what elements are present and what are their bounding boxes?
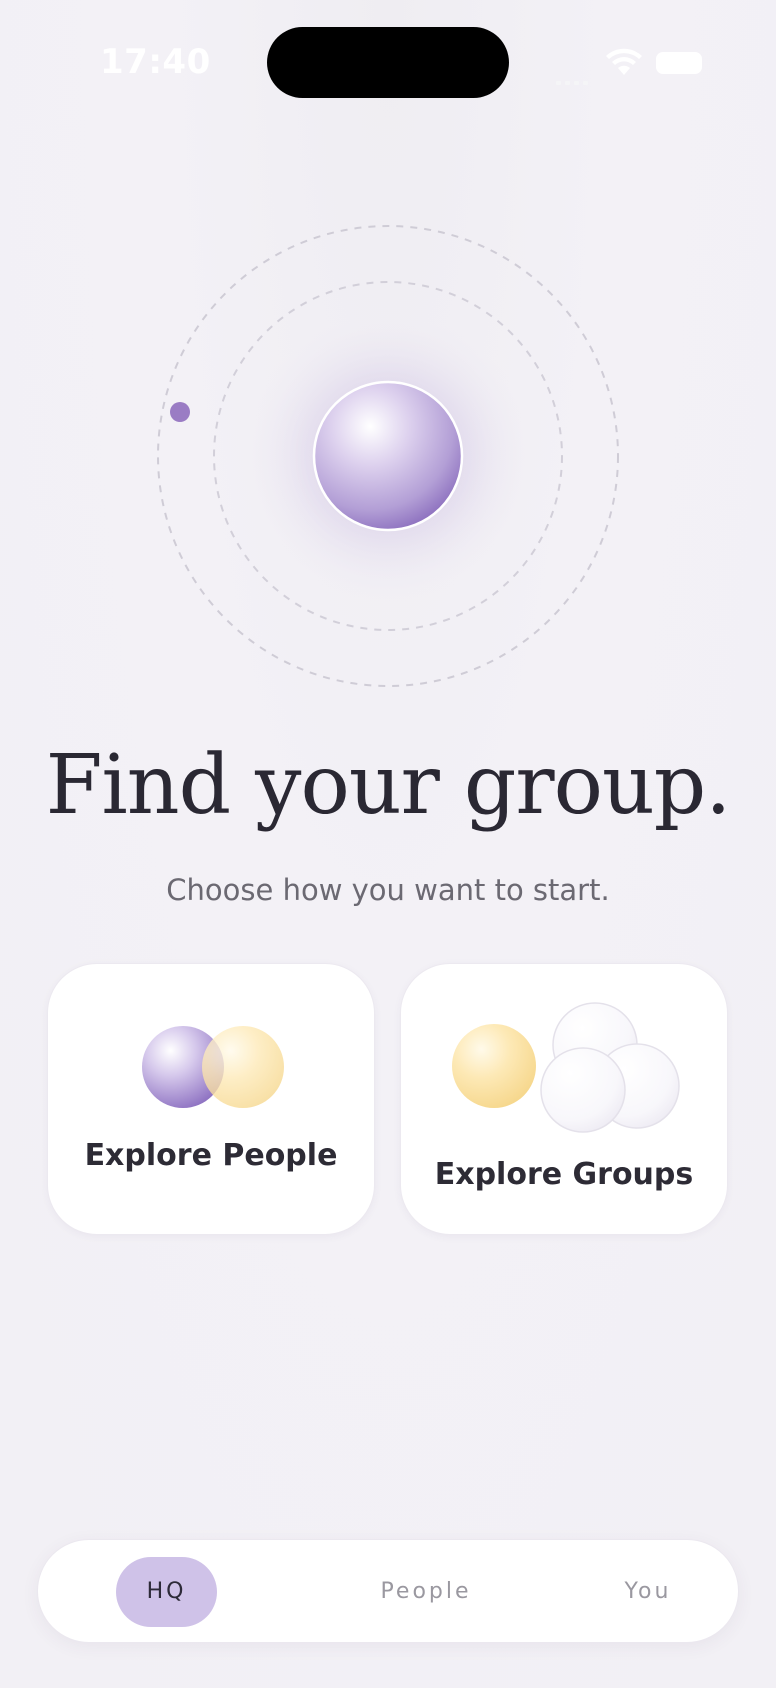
status-time: 17:40 — [100, 42, 211, 82]
tab-people[interactable]: People — [338, 1557, 514, 1627]
orb-cluster-icon — [452, 1002, 680, 1133]
page-subtitle: Choose how you want to start. — [166, 873, 610, 907]
battery-icon — [656, 52, 702, 74]
cellular-signal-icon — [556, 70, 592, 85]
explore-groups-label: Explore Groups — [434, 1157, 694, 1192]
app-screen: 17:40 Find your group. Choose how you wa… — [0, 0, 776, 1688]
hero-orbit-illustration — [0, 200, 776, 720]
page-title: Find your group. — [45, 738, 732, 833]
two-overlapping-orbs-icon — [142, 1026, 284, 1108]
central-orb — [312, 380, 464, 532]
tab-you[interactable]: You — [566, 1557, 730, 1627]
tab-hq[interactable]: HQ — [116, 1557, 217, 1627]
wifi-icon — [605, 48, 643, 76]
explore-people-label: Explore People — [84, 1138, 338, 1173]
explore-people-card[interactable]: Explore People — [47, 963, 375, 1235]
satellite-dot — [170, 402, 190, 422]
bottom-tab-bar: HQ People You — [37, 1539, 739, 1643]
dynamic-island — [267, 27, 509, 98]
explore-groups-card[interactable]: Explore Groups — [400, 963, 728, 1235]
